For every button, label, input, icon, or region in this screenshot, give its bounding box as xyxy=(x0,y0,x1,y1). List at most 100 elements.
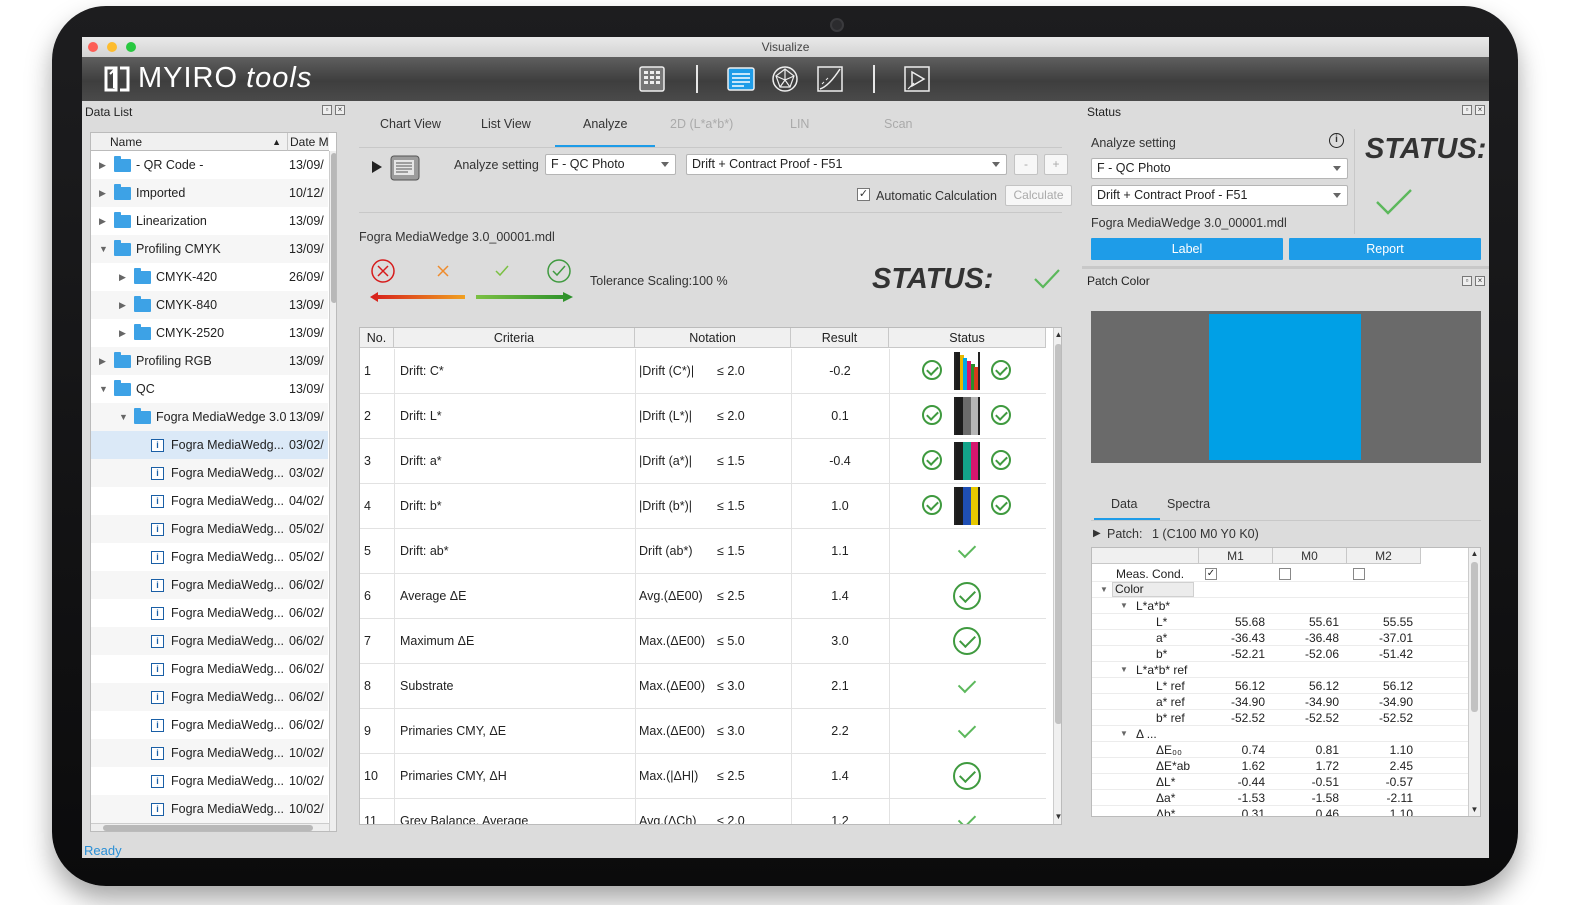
collapsed-arrow-icon[interactable]: ▶ xyxy=(99,151,106,179)
tree-file-row[interactable]: i Fogra MediaWedg... 06/02/ xyxy=(91,599,328,627)
float-panel-icon[interactable]: ▫ xyxy=(322,105,332,115)
expand-patch-icon[interactable]: ▶ xyxy=(1093,528,1101,539)
patch-data-row[interactable]: Δa* -1.53 -1.58 -2.11 xyxy=(1092,790,1468,806)
scroll-thumb[interactable] xyxy=(1471,562,1478,712)
table-row[interactable]: 8 Substrate Max.(ΔE00) ≤ 3.0 2.1 xyxy=(360,664,1046,709)
column-header[interactable]: No. xyxy=(360,328,394,348)
table-row[interactable]: 6 Average ΔE Avg.(ΔE00) ≤ 2.5 1.4 xyxy=(360,574,1046,619)
auto-calculation-checkbox[interactable]: ✓ xyxy=(857,188,870,201)
vertical-scrollbar[interactable] xyxy=(329,151,336,831)
tree-file-row[interactable]: i Fogra MediaWedg... 06/02/ xyxy=(91,627,328,655)
table-row[interactable]: 2 Drift: L* |Drift (L*)| ≤ 2.0 0.1 xyxy=(360,394,1046,439)
patch-data-row[interactable]: Meas. Cond. ✓ xyxy=(1092,566,1468,582)
scroll-down-icon[interactable]: ▼ xyxy=(1054,810,1061,824)
tree-file-row[interactable]: i Fogra MediaWedg... 03/02/ xyxy=(91,459,328,487)
patch-data-row[interactable]: ▼ Δ ... xyxy=(1092,726,1468,742)
data-tree[interactable]: Name ▲ Date M ▶ - QR Code - 13/09/ ▶ Importe… xyxy=(90,132,337,832)
table-row[interactable]: 7 Maximum ΔE Max.(ΔE00) ≤ 5.0 3.0 xyxy=(360,619,1046,664)
collapsed-arrow-icon[interactable]: ▶ xyxy=(119,319,126,347)
scroll-up-icon[interactable]: ▲ xyxy=(1469,548,1480,560)
tree-file-row[interactable]: i Fogra MediaWedg... 10/02/ xyxy=(91,739,328,767)
expanded-arrow-icon[interactable]: ▼ xyxy=(1120,726,1128,742)
patch-data-row[interactable]: L* ref 56.12 56.12 56.12 xyxy=(1092,678,1468,694)
column-header[interactable]: M2 xyxy=(1347,548,1421,564)
tab-2d-l-a-b[interactable]: 2D (L*a*b*) xyxy=(670,117,733,131)
close-panel-icon[interactable]: × xyxy=(1475,105,1485,115)
slideshow-icon[interactable] xyxy=(902,64,932,94)
table-row[interactable]: 1 Drift: C* |Drift (C*)| ≤ 2.0 -0.2 xyxy=(360,349,1046,394)
tab-lin[interactable]: LIN xyxy=(790,117,809,131)
tree-file-row[interactable]: i Fogra MediaWedg... 03/02/ xyxy=(91,431,328,459)
tree-file-row[interactable]: i Fogra MediaWedg... 04/02/ xyxy=(91,487,328,515)
meas-cond-checkbox[interactable]: ✓ xyxy=(1205,568,1217,580)
expanded-arrow-icon[interactable]: ▼ xyxy=(1120,662,1128,678)
tree-folder-row[interactable]: ▶ - QR Code - 13/09/ xyxy=(91,151,328,179)
vertical-scrollbar[interactable]: ▲ ▼ xyxy=(1053,328,1061,824)
column-header[interactable]: Notation xyxy=(635,328,791,348)
meas-cond-checkbox[interactable] xyxy=(1279,568,1291,580)
zoom-window-button[interactable] xyxy=(126,42,136,52)
scroll-thumb[interactable] xyxy=(1055,344,1061,724)
chart-grid-icon[interactable] xyxy=(637,64,667,94)
horizontal-scrollbar[interactable] xyxy=(91,823,329,831)
expanded-arrow-icon[interactable]: ▼ xyxy=(1120,598,1128,614)
minimize-window-button[interactable] xyxy=(107,42,117,52)
patch-data-row[interactable]: ΔE₀₀ 0.74 0.81 1.10 xyxy=(1092,742,1468,758)
tree-file-row[interactable]: i Fogra MediaWedg... 05/02/ xyxy=(91,543,328,571)
tab-list-view[interactable]: List View xyxy=(481,117,531,131)
tab-scan[interactable]: Scan xyxy=(884,117,913,131)
scroll-thumb[interactable] xyxy=(103,825,313,831)
tree-folder-row[interactable]: ▶ CMYK-840 13/09/ xyxy=(91,291,328,319)
table-row[interactable]: 3 Drift: a* |Drift (a*)| ≤ 1.5 -0.4 xyxy=(360,439,1046,484)
table-row[interactable]: 10 Primaries CMY, ΔH Max.(|ΔH|) ≤ 2.5 1.4 xyxy=(360,754,1046,799)
expanded-arrow-icon[interactable]: ▼ xyxy=(1100,582,1108,598)
table-row[interactable]: 5 Drift: ab* Drift (ab*) ≤ 1.5 1.1 xyxy=(360,529,1046,574)
curve-graph-icon[interactable] xyxy=(815,64,845,94)
expanded-arrow-icon[interactable]: ▼ xyxy=(119,403,128,431)
criteria-table[interactable]: No. Criteria Notation Result Status 1 Drift: … xyxy=(359,327,1062,825)
patch-data-row[interactable]: ▼ L*a*b* ref xyxy=(1092,662,1468,678)
patch-data-row[interactable]: ▼ Color xyxy=(1092,582,1468,598)
tree-file-row[interactable]: i Fogra MediaWedg... 06/02/ xyxy=(91,711,328,739)
column-header[interactable]: M1 xyxy=(1199,548,1273,564)
panel-splitter[interactable] xyxy=(1082,266,1489,269)
patch-data-row[interactable]: ▼ L*a*b* xyxy=(1092,598,1468,614)
tree-file-row[interactable]: i Fogra MediaWedg... 05/02/ xyxy=(91,515,328,543)
patch-data-row[interactable]: a* -36.43 -36.48 -37.01 xyxy=(1092,630,1468,646)
column-header-date[interactable]: Date M xyxy=(288,133,329,151)
float-panel-icon[interactable]: ▫ xyxy=(1462,105,1472,115)
gamut-3d-icon[interactable] xyxy=(770,64,800,94)
patch-data-table[interactable]: M1 M0 M2 Meas. Cond. ✓ ▼ Color ▼ L*a*b* L* 55.68 5… xyxy=(1091,547,1481,817)
status-tolerance-select[interactable]: Drift + Contract Proof - F51 xyxy=(1091,185,1348,206)
collapsed-arrow-icon[interactable]: ▶ xyxy=(119,263,126,291)
tab-chart-view[interactable]: Chart View xyxy=(380,117,441,131)
tree-folder-row[interactable]: ▶ Profiling RGB 13/09/ xyxy=(91,347,328,375)
play-measure-icon[interactable] xyxy=(370,153,422,183)
table-row[interactable]: 4 Drift: b* |Drift (b*)| ≤ 1.5 1.0 xyxy=(360,484,1046,529)
scroll-thumb[interactable] xyxy=(331,153,336,303)
tree-folder-row[interactable]: ▼ Fogra MediaWedge 3.0 13/09/ xyxy=(91,403,328,431)
expanded-arrow-icon[interactable]: ▼ xyxy=(99,375,108,403)
column-header[interactable]: M0 xyxy=(1273,548,1347,564)
tab-data[interactable]: Data xyxy=(1111,497,1137,511)
vertical-scrollbar[interactable]: ▲ ▼ xyxy=(1468,548,1480,816)
collapsed-arrow-icon[interactable]: ▶ xyxy=(99,179,106,207)
status-setting-select[interactable]: F - QC Photo xyxy=(1091,158,1348,179)
close-panel-icon[interactable]: × xyxy=(335,105,345,115)
table-row[interactable]: 9 Primaries CMY, ΔE Max.(ΔE00) ≤ 3.0 2.2 xyxy=(360,709,1046,754)
patch-data-row[interactable]: b* ref -52.52 -52.52 -52.52 xyxy=(1092,710,1468,726)
table-row[interactable]: 11 Grey Balance, Average Avg.(ΔCh) ≤ 2.0 1.2 xyxy=(360,799,1046,824)
column-header[interactable]: Result xyxy=(791,328,889,348)
close-panel-icon[interactable]: × xyxy=(1475,276,1485,286)
tree-file-row[interactable]: i Fogra MediaWedg... 06/02/ xyxy=(91,683,328,711)
patch-data-row[interactable]: b* -52.21 -52.06 -51.42 xyxy=(1092,646,1468,662)
close-window-button[interactable] xyxy=(88,42,98,52)
tab-analyze[interactable]: Analyze xyxy=(583,117,627,131)
collapsed-arrow-icon[interactable]: ▶ xyxy=(99,207,106,235)
float-panel-icon[interactable]: ▫ xyxy=(1462,276,1472,286)
collapsed-arrow-icon[interactable]: ▶ xyxy=(99,347,106,375)
tree-file-row[interactable]: i Fogra MediaWedg... 10/02/ xyxy=(91,767,328,795)
column-header[interactable]: Status xyxy=(889,328,1046,348)
patch-data-row[interactable]: a* ref -34.90 -34.90 -34.90 xyxy=(1092,694,1468,710)
tree-file-row[interactable]: i Fogra MediaWedg... 10/02/ xyxy=(91,795,328,823)
